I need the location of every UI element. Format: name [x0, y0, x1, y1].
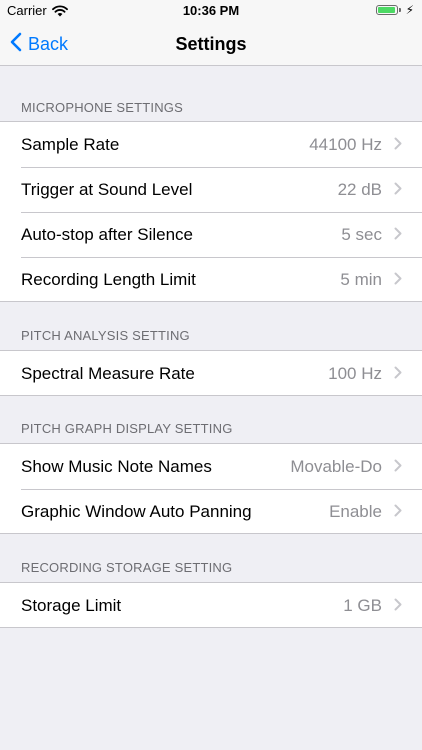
setting-value: 22 dB [337, 180, 382, 199]
section-header-recording-storage: RECORDING STORAGE SETTING [21, 560, 233, 575]
chevron-right-icon [394, 227, 402, 245]
setting-row-sample-rate[interactable]: Sample Rate 44100 Hz [0, 122, 422, 167]
page-title: Settings [175, 34, 247, 54]
setting-label: Graphic Window Auto Panning [21, 502, 252, 521]
setting-row-auto-stop[interactable]: Auto-stop after Silence 5 sec [0, 212, 422, 257]
setting-value: 5 sec [341, 225, 382, 244]
chevron-right-icon [394, 182, 402, 200]
clock: 10:36 PM [182, 3, 240, 18]
settings-group-microphone: Sample Rate 44100 Hz Trigger at Sound Le… [0, 121, 422, 302]
setting-label: Auto-stop after Silence [21, 225, 193, 244]
setting-value: 5 min [340, 270, 382, 289]
status-bar: Carrier 10:36 PM ⚡ [0, 0, 422, 22]
battery-icon [376, 5, 401, 15]
chevron-right-icon [394, 272, 402, 290]
setting-row-spectral-rate[interactable]: Spectral Measure Rate 100 Hz [0, 351, 422, 396]
setting-value: Movable-Do [290, 457, 382, 476]
setting-value: 1 GB [343, 596, 382, 615]
chevron-right-icon [394, 366, 402, 384]
chevron-right-icon [394, 504, 402, 522]
section-header-pitch-graph: PITCH GRAPH DISPLAY SETTING [21, 421, 233, 436]
setting-label: Trigger at Sound Level [21, 180, 193, 199]
settings-group-recording-storage: Storage Limit 1 GB [0, 582, 422, 628]
setting-label: Show Music Note Names [21, 457, 212, 476]
setting-row-length-limit[interactable]: Recording Length Limit 5 min [0, 257, 422, 302]
charging-bolt-icon: ⚡ [405, 3, 414, 17]
setting-label: Sample Rate [21, 135, 120, 154]
settings-group-pitch-analysis: Spectral Measure Rate 100 Hz [0, 350, 422, 396]
chevron-right-icon [394, 459, 402, 477]
setting-value: 44100 Hz [309, 135, 382, 154]
navigation-bar: Back Settings [0, 22, 422, 66]
chevron-right-icon [394, 137, 402, 155]
setting-value: Enable [329, 502, 382, 521]
setting-label: Recording Length Limit [21, 270, 196, 289]
settings-group-pitch-graph: Show Music Note Names Movable-Do Graphic… [0, 443, 422, 534]
setting-value: 100 Hz [328, 364, 382, 383]
setting-label: Storage Limit [21, 596, 122, 615]
setting-label: Spectral Measure Rate [21, 364, 195, 383]
section-header-microphone: MICROPHONE SETTINGS [21, 100, 183, 115]
setting-row-trigger-level[interactable]: Trigger at Sound Level 22 dB [0, 167, 422, 212]
setting-row-auto-panning[interactable]: Graphic Window Auto Panning Enable [0, 489, 422, 534]
section-header-pitch-analysis: PITCH ANALYSIS SETTING [21, 328, 190, 343]
chevron-right-icon [394, 598, 402, 616]
setting-row-storage-limit[interactable]: Storage Limit 1 GB [0, 583, 422, 628]
setting-row-note-names[interactable]: Show Music Note Names Movable-Do [0, 444, 422, 489]
